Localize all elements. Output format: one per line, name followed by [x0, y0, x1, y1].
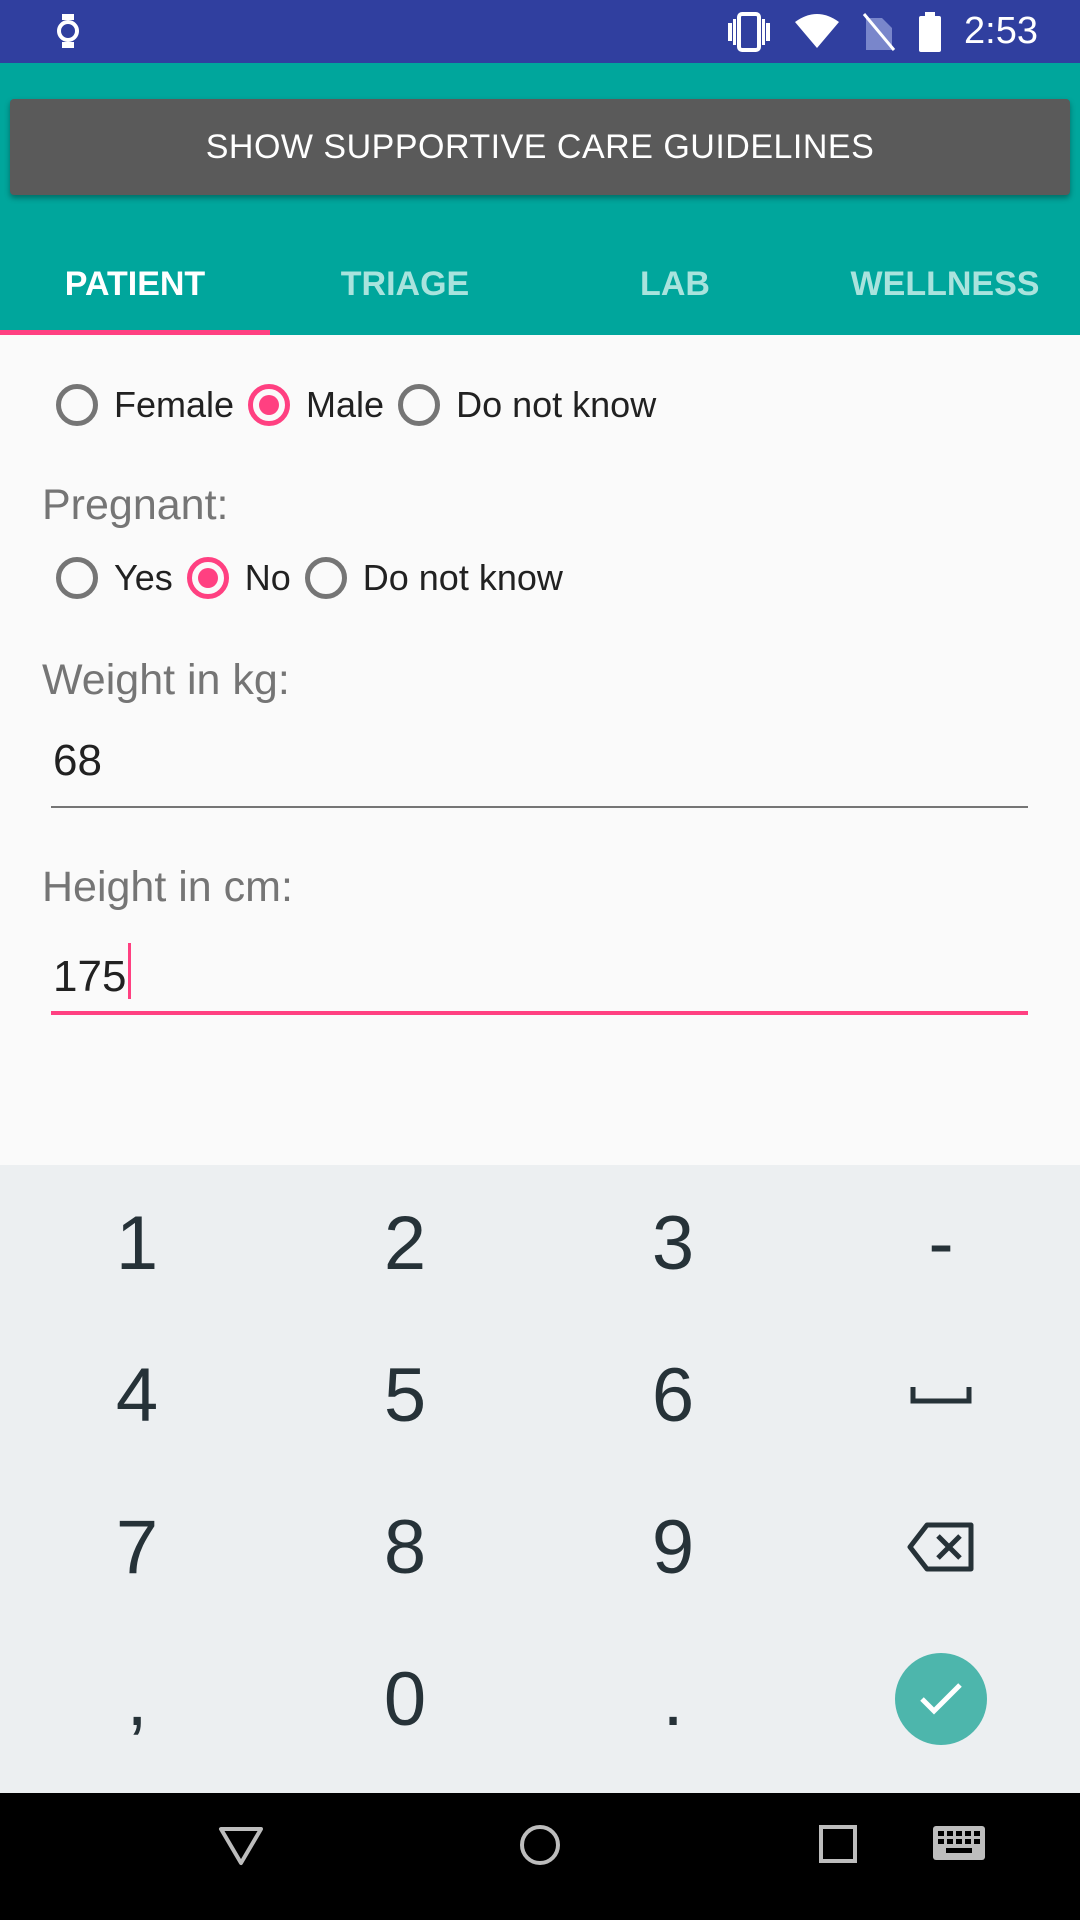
height-value: 175	[53, 952, 127, 1001]
weight-label: Weight in kg:	[42, 656, 290, 704]
wifi-icon	[795, 13, 840, 48]
pregnant-radio-group: Yes No Do not know	[56, 557, 577, 599]
radio-button[interactable]	[56, 384, 98, 426]
tab-bar: PATIENT TRIAGE LAB WELLNESS	[0, 233, 1080, 335]
text-cursor	[128, 943, 132, 999]
status-bar: 2:53	[0, 0, 1080, 63]
key-8[interactable]: 8	[270, 1471, 540, 1623]
key-delete[interactable]	[806, 1471, 1076, 1623]
radio-pregnant-yes[interactable]: Yes	[56, 557, 173, 599]
key-9[interactable]: 9	[538, 1471, 808, 1623]
backspace-icon	[907, 1522, 974, 1572]
radio-label: Do not know	[362, 557, 563, 598]
height-field[interactable]: 175	[51, 935, 1028, 1015]
keyboard-icon[interactable]	[932, 1823, 986, 1863]
battery-icon	[919, 11, 942, 52]
radio-pregnant-unknown[interactable]: Do not know	[304, 557, 563, 599]
weight-value: 68	[53, 736, 102, 785]
key-4[interactable]: 4	[2, 1319, 272, 1471]
key-6[interactable]: 6	[538, 1319, 808, 1471]
radio-button[interactable]	[398, 384, 441, 426]
height-value-wrap: 175	[53, 943, 132, 1002]
key-done[interactable]	[806, 1623, 1076, 1775]
check-icon	[920, 1683, 962, 1715]
weight-field[interactable]: 68	[51, 728, 1028, 808]
radio-button[interactable]	[304, 557, 347, 599]
key-comma[interactable]: ,	[2, 1623, 272, 1775]
key-3[interactable]: 3	[538, 1167, 808, 1319]
recents-icon[interactable]	[818, 1823, 858, 1863]
height-label: Height in cm:	[42, 863, 293, 911]
radio-male[interactable]: Male	[248, 384, 384, 426]
pregnant-label: Pregnant:	[42, 481, 229, 529]
home-icon[interactable]	[518, 1823, 562, 1867]
radio-label: Female	[114, 384, 235, 425]
key-period[interactable]: .	[538, 1623, 808, 1775]
navigation-bar	[0, 1793, 1080, 1920]
show-guidelines-button[interactable]: SHOW SUPPORTIVE CARE GUIDELINES	[10, 99, 1070, 195]
radio-label: Male	[306, 384, 385, 425]
radio-label: No	[244, 557, 291, 598]
key-0[interactable]: 0	[270, 1623, 540, 1775]
radio-label: Do not know	[456, 384, 657, 425]
radio-button[interactable]	[186, 557, 229, 599]
radio-button[interactable]	[56, 557, 98, 599]
radio-button[interactable]	[248, 384, 291, 426]
key-5[interactable]: 5	[270, 1319, 540, 1471]
tab-lab[interactable]: LAB	[540, 233, 810, 335]
vibrate-icon	[728, 11, 771, 52]
field-underline	[51, 1011, 1028, 1015]
radio-label: Yes	[114, 557, 173, 598]
sex-radio-group: Female Male Do not know	[56, 384, 670, 426]
watch-icon	[57, 14, 79, 48]
key-minus[interactable]: -	[806, 1167, 1076, 1319]
no-sim-icon	[862, 12, 896, 51]
tab-patient[interactable]: PATIENT	[0, 233, 270, 335]
tab-wellness[interactable]: WELLNESS	[810, 233, 1080, 335]
numeric-keyboard: 1 2 3 - 4 5 6 7 8 9 , 0 .	[0, 1165, 1080, 1793]
key-7[interactable]: 7	[2, 1471, 272, 1623]
back-icon[interactable]	[218, 1823, 264, 1869]
clock: 2:53	[964, 10, 1038, 52]
key-1[interactable]: 1	[2, 1167, 272, 1319]
space-icon	[910, 1387, 972, 1404]
radio-female[interactable]: Female	[56, 384, 234, 426]
tab-triage[interactable]: TRIAGE	[270, 233, 540, 335]
done-button[interactable]	[895, 1653, 987, 1745]
patient-form: Female Male Do not know Pregnant: Yes No…	[0, 335, 1080, 1165]
key-space[interactable]	[806, 1319, 1076, 1471]
radio-sex-unknown[interactable]: Do not know	[398, 384, 656, 426]
field-underline	[51, 806, 1028, 808]
key-2[interactable]: 2	[270, 1167, 540, 1319]
app-bar: SHOW SUPPORTIVE CARE GUIDELINES PATIENT …	[0, 63, 1080, 335]
radio-pregnant-no[interactable]: No	[186, 557, 291, 599]
